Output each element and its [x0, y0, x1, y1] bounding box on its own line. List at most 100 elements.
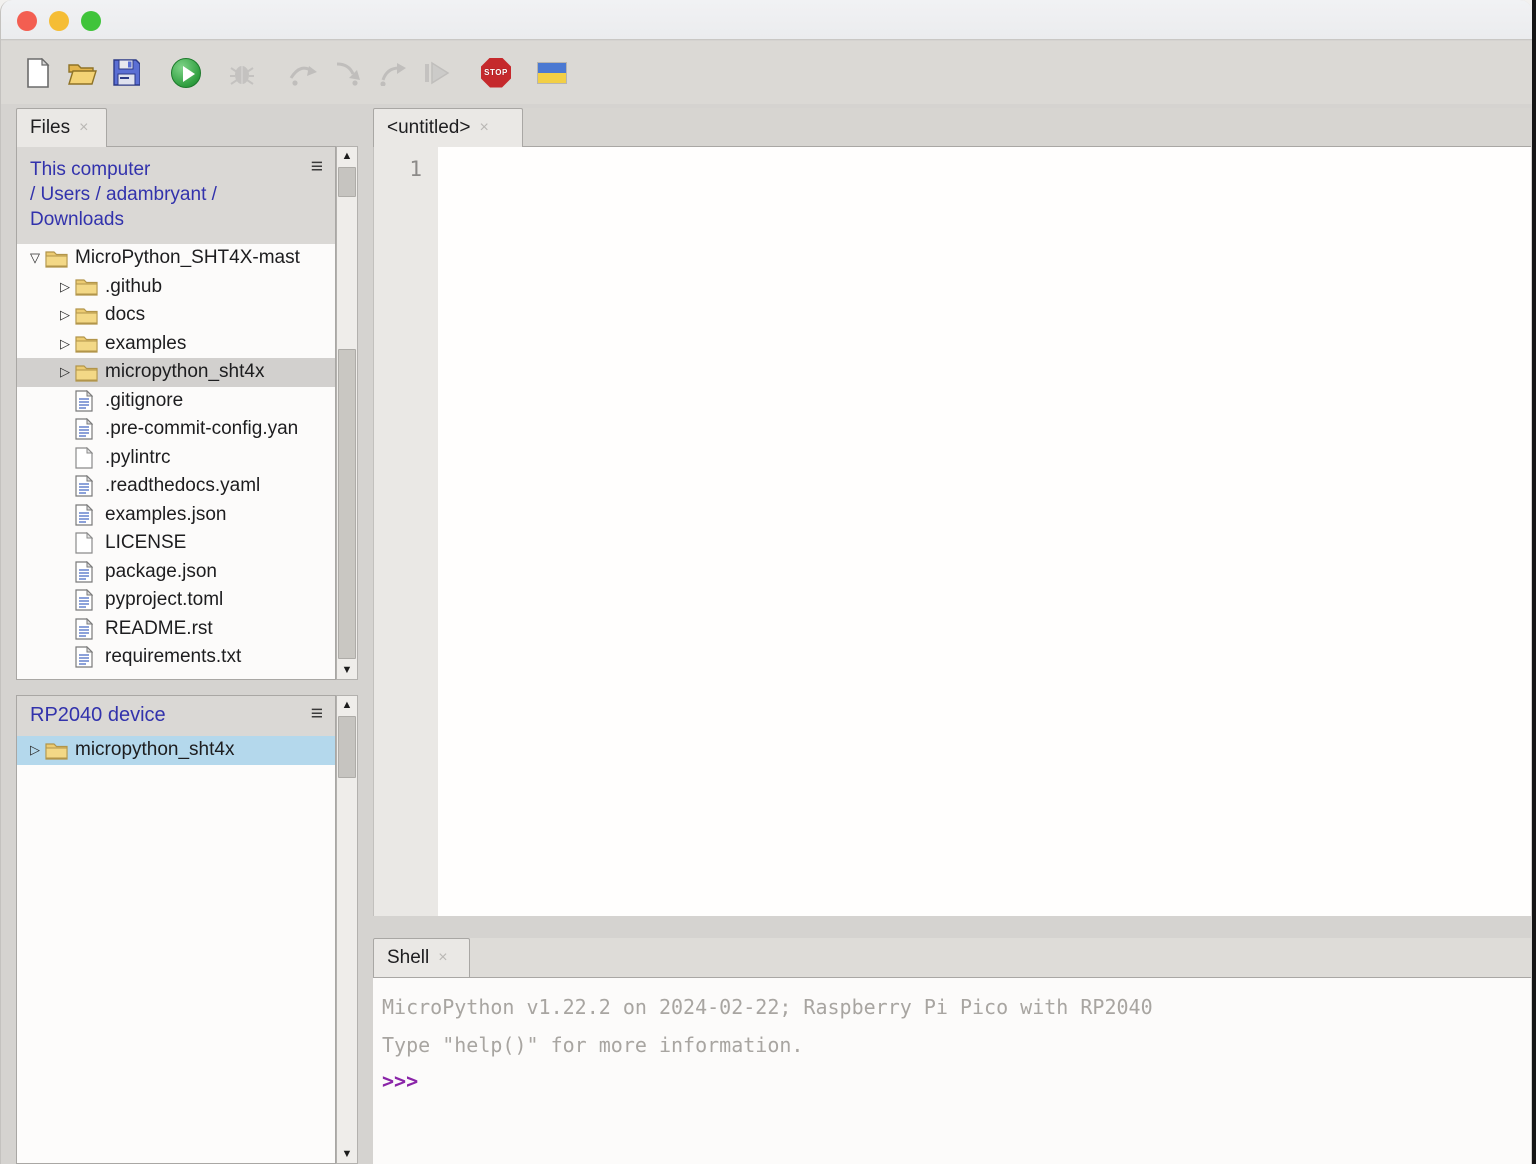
close-window-button[interactable] [17, 11, 37, 31]
open-file-button[interactable] [67, 55, 97, 91]
shell-prompt[interactable]: >>> [382, 1064, 1531, 1098]
tree-item-label: package.json [105, 561, 217, 583]
tree-item[interactable]: ▷examples [17, 330, 335, 359]
stop-restart-button[interactable]: STOP [481, 55, 511, 91]
disclosure-triangle-icon[interactable]: ▷ [55, 307, 75, 323]
tree-item[interactable]: examples.json [17, 501, 335, 530]
files-breadcrumb-header: This computer / Users / adambryant / Dow… [17, 147, 335, 244]
scrollbar-thumb[interactable] [338, 349, 356, 659]
tree-item[interactable]: README.rst [17, 615, 335, 644]
device-panel: RP2040 device ≡ ▷ micropython_sht4x [16, 695, 336, 1164]
tree-item-label: micropython_sht4x [105, 361, 264, 383]
tree-item[interactable]: .readthedocs.yaml [17, 472, 335, 501]
open-folder-icon [67, 60, 97, 86]
tree-item-label: README.rst [105, 618, 213, 640]
folder-icon [45, 741, 69, 760]
file-icon [75, 418, 99, 440]
tree-item-label: micropython_sht4x [75, 739, 234, 761]
files-scrollbar[interactable]: ▲ ▼ [336, 146, 358, 680]
shell-output-line: Type "help()" for more information. [382, 1026, 1531, 1064]
run-play-icon [171, 58, 201, 88]
close-icon[interactable]: × [438, 949, 447, 967]
tree-item[interactable]: requirements.txt [17, 643, 335, 672]
tree-item-label: .readthedocs.yaml [105, 475, 260, 497]
tree-item[interactable]: ▷ .github [17, 273, 335, 302]
app-window: STOP Files × This computer / Users / ada… [0, 0, 1532, 1164]
run-script-button[interactable] [171, 55, 201, 91]
step-over-button [287, 55, 319, 91]
device-scrollbar[interactable]: ▲ ▼ [336, 695, 358, 1164]
tree-item-label: .github [105, 276, 162, 298]
disclosure-triangle-icon[interactable]: ▷ [25, 742, 45, 758]
minimize-window-button[interactable] [49, 11, 69, 31]
code-editor[interactable]: 1 [373, 146, 1531, 916]
editor-tab[interactable]: <untitled> × [373, 108, 523, 147]
title-bar [1, 0, 1532, 40]
tree-item[interactable]: pyproject.toml [17, 586, 335, 615]
tree-item[interactable]: ▽MicroPython_SHT4X-mast [17, 244, 335, 273]
tree-item[interactable]: ▷ micropython_sht4x [17, 358, 335, 387]
breadcrumb[interactable]: This computer / Users / adambryant / Dow… [30, 157, 300, 232]
device-panel-header: RP2040 device ≡ [17, 696, 335, 736]
editor-tab-label: <untitled> [387, 117, 470, 139]
tree-item-label: LICENSE [105, 532, 186, 554]
zoom-window-button[interactable] [81, 11, 101, 31]
scroll-down-icon[interactable]: ▼ [337, 1145, 357, 1163]
editor-tab-strip [373, 108, 1531, 147]
tree-item[interactable]: .pre-commit-config.yan [17, 415, 335, 444]
device-menu-icon[interactable]: ≡ [311, 702, 323, 726]
window-edge-shadow [1532, 0, 1536, 1164]
tree-item-label: requirements.txt [105, 646, 241, 668]
breadcrumb-line[interactable]: / Users / adambryant / [30, 182, 300, 207]
save-file-button[interactable] [111, 55, 141, 91]
tree-item-label: .gitignore [105, 390, 183, 412]
new-file-button[interactable] [23, 55, 53, 91]
shell-panel[interactable]: MicroPython v1.22.2 on 2024-02-22; Raspb… [373, 977, 1531, 1164]
tree-item-label: .pylintrc [105, 447, 170, 469]
file-icon [75, 589, 99, 611]
code-area[interactable] [438, 147, 1531, 916]
close-icon[interactable]: × [79, 119, 88, 137]
breadcrumb-line[interactable]: Downloads [30, 207, 300, 232]
disclosure-triangle-icon[interactable]: ▷ [55, 364, 75, 380]
save-floppy-icon [113, 59, 140, 86]
resume-play-icon [422, 60, 450, 86]
debug-bug-icon [228, 59, 256, 87]
folder-icon [45, 249, 69, 268]
disclosure-triangle-icon[interactable]: ▽ [25, 250, 45, 266]
step-into-button [333, 55, 363, 91]
scrollbar-thumb[interactable] [338, 167, 356, 197]
line-number: 1 [374, 157, 422, 181]
tree-item[interactable]: ▷docs [17, 301, 335, 330]
scroll-down-icon[interactable]: ▼ [337, 661, 357, 679]
folder-icon [75, 334, 99, 353]
file-icon [75, 561, 99, 583]
tree-item[interactable]: package.json [17, 558, 335, 587]
ukraine-flag-button[interactable] [537, 55, 567, 91]
file-icon [75, 475, 99, 497]
scroll-up-icon[interactable]: ▲ [337, 696, 357, 714]
tree-item[interactable]: ▷ micropython_sht4x [17, 736, 335, 765]
files-tab[interactable]: Files × [16, 108, 107, 147]
tree-item[interactable]: .pylintrc [17, 444, 335, 473]
tree-item-label: pyproject.toml [105, 589, 223, 611]
disclosure-triangle-icon[interactable]: ▷ [55, 336, 75, 352]
line-number-gutter: 1 [374, 147, 438, 916]
shell-tab[interactable]: Shell × [373, 938, 470, 977]
debug-script-button [227, 55, 257, 91]
breadcrumb-line[interactable]: This computer [30, 157, 300, 182]
files-menu-icon[interactable]: ≡ [311, 155, 323, 179]
scrollbar-thumb[interactable] [338, 716, 356, 778]
close-icon[interactable]: × [479, 119, 488, 137]
file-icon [75, 447, 99, 469]
files-tab-label: Files [30, 117, 70, 139]
shell-tab-label: Shell [387, 947, 429, 969]
scroll-up-icon[interactable]: ▲ [337, 147, 357, 165]
disclosure-triangle-icon[interactable]: ▷ [55, 279, 75, 295]
device-panel-title: RP2040 device [30, 704, 166, 726]
tree-item[interactable]: LICENSE [17, 529, 335, 558]
files-panel: This computer / Users / adambryant / Dow… [16, 146, 336, 680]
shell-tab-strip [373, 938, 1531, 977]
folder-icon [75, 277, 99, 296]
tree-item[interactable]: .gitignore [17, 387, 335, 416]
